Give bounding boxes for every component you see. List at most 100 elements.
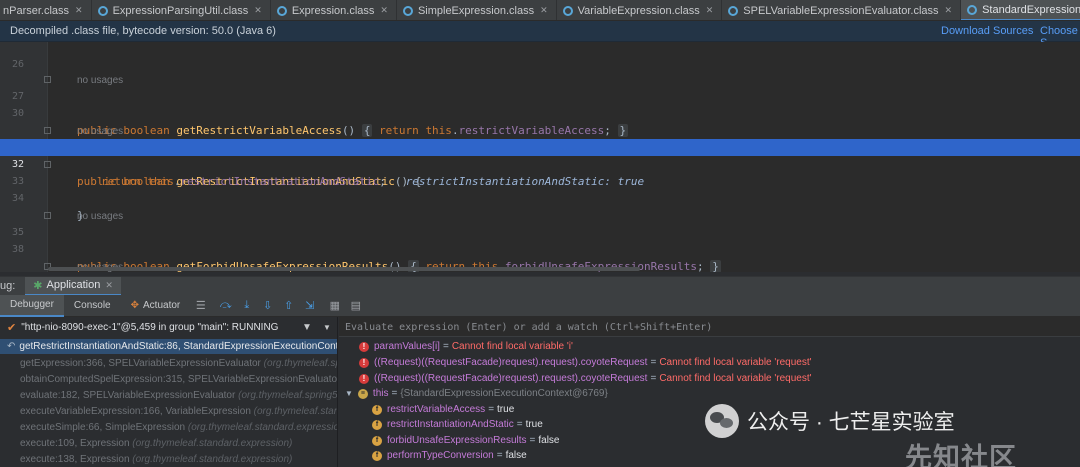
close-icon[interactable]: ✕: [105, 280, 113, 291]
stack-frame[interactable]: execute:138, Expression (org.thymeleaf.s…: [0, 452, 337, 467]
close-icon[interactable]: ✕: [254, 5, 262, 16]
tab-spel-evaluator[interactable]: SPELVariableExpressionEvaluator.class ✕: [722, 0, 962, 20]
stack-frame-current[interactable]: ↶ getRestrictInstantiationAndStatic:86, S…: [0, 339, 338, 354]
frame-method: getRestrictInstantiationAndStatic:86, St…: [19, 341, 338, 352]
stack-frame[interactable]: executeSimple:66, SimpleExpression (org.…: [0, 420, 337, 435]
run-to-cursor-icon[interactable]: ⇲: [299, 295, 320, 317]
class-file-icon: [97, 5, 108, 16]
close-icon[interactable]: ✕: [540, 5, 548, 16]
horizontal-scrollbar[interactable]: [48, 267, 640, 271]
field-name: restrictInstantiationAndStatic: [387, 419, 514, 430]
class-file-icon: [562, 5, 573, 16]
stack-frame[interactable]: execute:109, Expression (org.thymeleaf.s…: [0, 436, 337, 451]
code-line: 35 public boolean getForbidUnsafeExpress…: [0, 207, 1080, 272]
field-icon: f: [372, 404, 382, 415]
equals-sign: =: [391, 388, 398, 399]
frame-method: obtainComputedSpelExpression:315, SPELVa…: [20, 374, 338, 385]
class-file-icon: [728, 5, 739, 16]
variable-name: this: [372, 388, 389, 399]
field-value: false: [538, 435, 560, 446]
watch-row-error[interactable]: ! ((Request)((RequestFacade)request).req…: [359, 355, 1080, 370]
close-icon[interactable]: ✕: [75, 5, 83, 16]
evaluate-expression-input[interactable]: [339, 317, 1080, 337]
step-over-icon[interactable]: ⤼: [215, 295, 236, 317]
tab-label: nParser.class: [3, 4, 70, 17]
watch-error-value: Cannot find local variable 'request': [659, 357, 812, 368]
code-line: 30: [0, 88, 1080, 119]
tab-variable-expression[interactable]: VariableExpression.class ✕: [557, 0, 723, 20]
field-value: false: [505, 450, 527, 461]
frame-method: getExpression:366, SPELVariableExpressio…: [20, 358, 261, 369]
fold-icon[interactable]: [44, 212, 51, 219]
trace-icon[interactable]: ▤: [345, 295, 366, 317]
error-icon: !: [359, 357, 369, 368]
tab-label: Console: [73, 300, 111, 311]
tab-expression[interactable]: Expression.class ✕: [271, 0, 397, 20]
step-into-icon[interactable]: ⤓: [236, 295, 257, 317]
chevron-down-icon[interactable]: ▼: [345, 386, 353, 401]
watch-row-error[interactable]: ! ((Request)((RequestFacade)request).req…: [359, 371, 1080, 386]
tab-simple-expression[interactable]: SimpleExpression.class ✕: [397, 0, 557, 20]
bug-icon: ✱: [33, 279, 43, 292]
frame-package: (org.thymeleaf.standard.expression): [132, 438, 293, 449]
object-icon: ≡: [357, 388, 368, 399]
frame-package: (org.thymeleaf.standard...: [253, 406, 338, 417]
actuator-icon: ✥: [130, 300, 140, 311]
tab-standard-execution-context[interactable]: StandardExpressionExecutionContext.class…: [961, 0, 1080, 20]
tab-actuator[interactable]: ✥ Actuator: [121, 295, 191, 317]
wechat-watermark: 公众号 · 七芒星实验室: [705, 404, 955, 438]
evaluate-expression-icon[interactable]: ▦: [324, 295, 345, 317]
editor-tab-bar: nParser.class ✕ ExpressionParsingUtil.cl…: [0, 0, 1080, 21]
thread-label: "http-nio-8090-exec-1"@5,459 in group "m…: [21, 321, 279, 333]
download-sources-link[interactable]: Download Sources: [941, 25, 1033, 37]
chevron-down-icon[interactable]: ▼: [323, 323, 331, 332]
code-line: no usages: [0, 106, 1080, 137]
tab-debugger[interactable]: Debugger: [0, 294, 64, 317]
stack-frame[interactable]: executeVariableExpression:166, VariableE…: [0, 404, 338, 419]
fold-icon[interactable]: [44, 127, 51, 134]
fold-icon[interactable]: [44, 161, 51, 168]
code-line: 34: [0, 173, 1080, 204]
frame-method: execute:109, Expression: [20, 438, 130, 449]
fold-icon[interactable]: [44, 76, 51, 83]
stack-frame[interactable]: obtainComputedSpelExpression:315, SPELVa…: [0, 372, 338, 387]
close-icon[interactable]: ✕: [945, 5, 953, 16]
thread-selector[interactable]: ✔ "http-nio-8090-exec-1"@5,459 in group …: [0, 317, 337, 337]
tab-expression-parsing-util[interactable]: ExpressionParsingUtil.class ✕: [92, 0, 271, 20]
field-name: performTypeConversion: [387, 450, 494, 461]
tab-nparser[interactable]: nParser.class ✕: [0, 0, 92, 20]
filter-icon[interactable]: ▼: [302, 322, 312, 333]
banner-message: Decompiled .class file, bytecode version…: [10, 25, 276, 37]
force-step-into-icon[interactable]: ⇩: [257, 295, 278, 317]
close-icon[interactable]: ✕: [380, 5, 388, 16]
frame-package: (org.thymeleaf.spring5...: [263, 358, 337, 369]
code-line: no usages: [0, 242, 1080, 272]
code-editor[interactable]: 26 no usages 27 public boolean getRestri…: [0, 42, 1080, 272]
error-icon: !: [359, 341, 369, 352]
code-line: 27 public boolean getRestrictVariableAcc…: [0, 71, 1080, 137]
stack-frame[interactable]: getExpression:366, SPELVariableExpressio…: [0, 356, 337, 371]
equals-sign: =: [650, 357, 657, 368]
tab-label: Debugger: [10, 299, 54, 310]
frame-package: (org.thymeleaf.standard.expression): [132, 454, 293, 465]
frame-method: executeSimple:66, SimpleExpression: [20, 422, 186, 433]
stack-frame[interactable]: evaluate:182, SPELVariableExpressionEval…: [0, 388, 337, 403]
return-arrow-icon: ↶: [7, 341, 16, 352]
code-line: 31 public boolean getRestrictInstantiati…: [0, 122, 1080, 188]
app-tab-label: Application: [46, 279, 101, 291]
menu-icon[interactable]: ☰: [190, 295, 211, 317]
tab-application[interactable]: ✱ Application ✕: [25, 276, 121, 296]
current-execution-line: 32 return this.restrictInstantiationAndS…: [0, 139, 1080, 188]
tab-label: StandardExpressionExecutionContext.class: [982, 3, 1080, 16]
field-name: forbidUnsafeExpressionResults: [387, 435, 527, 446]
tab-console[interactable]: Console: [64, 295, 121, 317]
close-icon[interactable]: ✕: [706, 5, 714, 16]
evaluate-bar: [339, 317, 1080, 337]
variable-this-row[interactable]: ▼ ≡ this = {StandardExpressionExecutionC…: [345, 386, 1080, 401]
debug-toolbar: Debugger Console ✥ Actuator ☰ ⤼ ⤓ ⇩ ⇧ ⇲ ▦…: [0, 294, 1080, 317]
watch-row-error[interactable]: ! paramValues[i] = Cannot find local var…: [359, 339, 1080, 354]
field-value: true: [497, 404, 515, 415]
step-out-icon[interactable]: ⇧: [278, 295, 299, 317]
code-line: 33 }: [0, 156, 1080, 222]
field-icon: f: [372, 450, 382, 461]
